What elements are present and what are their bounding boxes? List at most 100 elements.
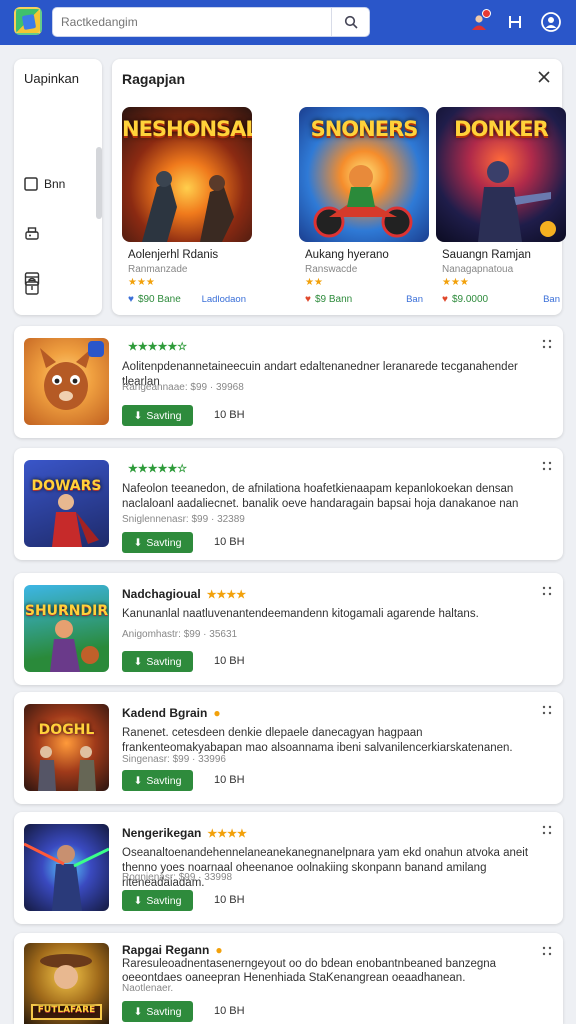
card-link[interactable]: Ban	[543, 294, 560, 305]
install-button[interactable]: ⬇ Savting	[122, 770, 193, 791]
close-icon[interactable]	[536, 69, 552, 85]
download-icon: ⬇	[133, 536, 143, 549]
install-button[interactable]: ⬇ Savting	[122, 1001, 193, 1022]
item-title: Rapgai Regann	[122, 943, 210, 957]
item-meta: Anigomhastr: $99 · 35631	[122, 629, 238, 640]
list-item[interactable]: Nengerikegan ★★★★ Oseanaltoenandehennelan…	[14, 812, 563, 924]
install-label: Savting	[146, 409, 182, 422]
item-meta: Singenasr: $99 · 33996	[122, 754, 226, 765]
item-meta: Rognjenasr: $99 · 33998	[122, 872, 233, 883]
item-meta: Sniglennenasr: $99 · 32389	[122, 514, 245, 525]
square-icon	[24, 177, 38, 191]
list-item[interactable]: SHURNDIR Nadchagioual ★★★★ Kanunanlal naa…	[14, 573, 563, 685]
install-button[interactable]: ⬇ Savting	[122, 405, 193, 426]
sidebar-item-2[interactable]	[24, 223, 94, 245]
game-thumbnail: FUTLAFARE	[24, 943, 109, 1024]
download-icon: ⬇	[133, 894, 143, 907]
top-bar	[0, 0, 576, 45]
featured-card[interactable]: SNONERS Aukang hyerano Ranswacde ★★ ♥ $9 …	[299, 107, 429, 313]
card-link[interactable]: Ladlodaon	[202, 294, 246, 305]
featured-card-art: SNONERS	[299, 107, 429, 242]
install-button[interactable]: ⬇ Savting	[122, 651, 193, 672]
item-description: Kanunanlal naatluvenantendeemandenn kito…	[122, 608, 479, 620]
more-options-icon[interactable]	[541, 945, 553, 957]
card-subtitle: Nanagapnatoua	[442, 264, 514, 275]
printer-icon	[25, 227, 39, 240]
download-icon: ⬇	[133, 409, 143, 422]
search-bar	[52, 7, 370, 37]
item-description: Nafeolon teeanedon, de afnilationa hoafe…	[122, 483, 519, 510]
featured-card[interactable]: DONKER Sauangn Ramjan Nanagapnatoua ★★★ …	[436, 107, 566, 313]
grid-menu-button[interactable]	[504, 11, 526, 33]
search-button[interactable]	[331, 8, 369, 36]
list-item[interactable]: FUTLAFARE Rapgai Regann ● Raresuleoadnent…	[14, 933, 563, 1024]
download-icon: ⬇	[133, 1005, 143, 1018]
thumbnail-title: FUTLAFARE	[37, 1005, 96, 1015]
search-icon	[344, 15, 358, 29]
item-description: Oseanaltoenandehennelaneanekanegnanelpna…	[122, 847, 529, 889]
notification-button[interactable]	[468, 9, 491, 33]
item-rating: ★★★★★☆	[128, 341, 188, 353]
sidebar-scrollbar[interactable]	[96, 147, 102, 219]
sidebar-item-4[interactable]	[24, 268, 94, 290]
item-rating: ★★★★	[207, 827, 247, 840]
card-subtitle: Ranmanzade	[128, 264, 188, 275]
heart-icon: ♥	[305, 294, 311, 305]
featured-card[interactable]: NESHONSAL! Aolenjerhl Rdanis Ranmanzade …	[122, 107, 252, 313]
featured-card-art: DONKER	[436, 107, 566, 242]
item-size: 10 BH	[214, 655, 245, 667]
card-art-title: SNONERS	[310, 117, 419, 141]
card-price-label: $9.0000	[451, 294, 489, 305]
more-options-icon[interactable]	[541, 704, 553, 716]
featured-card-art: NESHONSAL!	[122, 107, 252, 242]
download-icon: ⬇	[133, 774, 143, 787]
sidebar-title: Uapinkan	[24, 71, 79, 86]
install-label: Savting	[146, 774, 182, 787]
install-button[interactable]: ⬇ Savting	[122, 890, 193, 911]
item-size: 10 BH	[214, 894, 245, 906]
list-item[interactable]: ★★★★★☆ Aolitenpdenannetaineecuin andart …	[14, 326, 563, 438]
install-button[interactable]: ⬇ Savting	[122, 532, 193, 553]
game-thumbnail: DOGHL	[24, 704, 109, 791]
item-size: 10 BH	[214, 409, 245, 421]
card-price-label: $90 Bane	[137, 294, 181, 305]
item-description: Ranenet. cetesdeen denkie dlepaele danec…	[122, 727, 513, 754]
item-rating: ★★★★	[206, 588, 247, 601]
card-art-title: NESHONSAL!	[122, 117, 252, 141]
search-input[interactable]	[53, 8, 331, 36]
install-label: Savting	[146, 894, 182, 907]
item-description: Raresuleoadnentasenerngeyout oo do bdean…	[122, 958, 497, 984]
featured-title: Ragapjan	[122, 71, 186, 87]
badge-icon: ●	[213, 706, 221, 720]
card-art-title: DONKER	[454, 117, 549, 141]
item-title: Kadend Bgrain	[122, 706, 208, 720]
list-item[interactable]: DOWARS ★★★★★☆ Nafeolon teeanedon, de afn…	[14, 448, 563, 560]
item-size: 10 BH	[214, 774, 245, 786]
card-rating: ★★	[305, 277, 323, 288]
item-title: Nengerikegan	[122, 826, 202, 840]
featured-panel: Ragapjan NESHONSAL! Aolenjerhl Rdanis Ra…	[112, 59, 566, 315]
card-subtitle: Ranswacde	[305, 264, 358, 275]
game-thumbnail: SHURNDIR	[24, 585, 109, 672]
list-item[interactable]: DOGHL Kadend Bgrain ● Ranenet. cetesdeen …	[14, 692, 563, 804]
badge-icon: ●	[215, 943, 223, 957]
item-meta: Rarigeannaae: $99 · 39968	[122, 382, 244, 393]
account-icon	[541, 12, 561, 32]
install-label: Savting	[146, 655, 182, 668]
account-button[interactable]	[540, 11, 562, 33]
card-link[interactable]: Ban	[406, 294, 423, 305]
card-price-label: $9 Bann	[314, 294, 353, 305]
more-options-icon[interactable]	[541, 338, 553, 350]
more-options-icon[interactable]	[541, 585, 553, 597]
card-rating: ★★★	[128, 277, 155, 288]
sidebar-item-label: Bnn	[44, 177, 66, 191]
card-name: Aukang hyerano	[305, 249, 389, 261]
card-price: ♥ $9 Bann	[305, 294, 352, 305]
app-logo-icon[interactable]	[14, 7, 42, 35]
sidebar-item-1[interactable]: Bnn	[24, 173, 94, 195]
item-size: 10 BH	[214, 536, 245, 548]
game-thumbnail: DOWARS	[24, 460, 109, 547]
calendar-icon	[24, 272, 40, 286]
more-options-icon[interactable]	[541, 460, 553, 472]
more-options-icon[interactable]	[541, 824, 553, 836]
